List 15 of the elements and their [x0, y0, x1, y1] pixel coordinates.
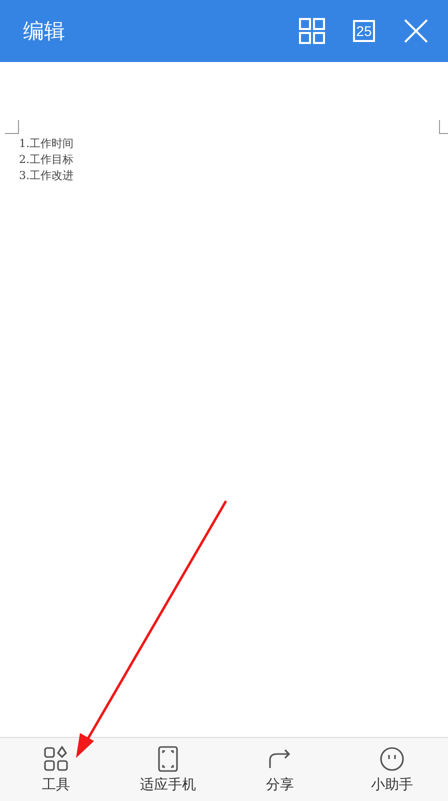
page-count-button[interactable]: 25 — [342, 9, 386, 53]
smiley-icon — [379, 746, 405, 772]
margin-corner-mark — [5, 120, 19, 134]
toolbar-button[interactable]: 小助手 — [336, 738, 448, 801]
tiles-icon — [43, 746, 69, 772]
toolbar-button[interactable]: 工具 — [0, 738, 112, 801]
document-line: 2.工作目标 — [19, 152, 74, 168]
header-title: 编辑 — [23, 18, 66, 45]
toolbar-button[interactable]: 适应手机 — [112, 738, 224, 801]
close-icon — [404, 19, 428, 43]
grid-icon — [299, 18, 325, 44]
document-line: 1.工作时间 — [19, 136, 74, 152]
frame-icon — [155, 746, 181, 772]
document-line: 3.工作改进 — [19, 168, 74, 184]
toolbar-button[interactable]: 分享 — [224, 738, 336, 801]
